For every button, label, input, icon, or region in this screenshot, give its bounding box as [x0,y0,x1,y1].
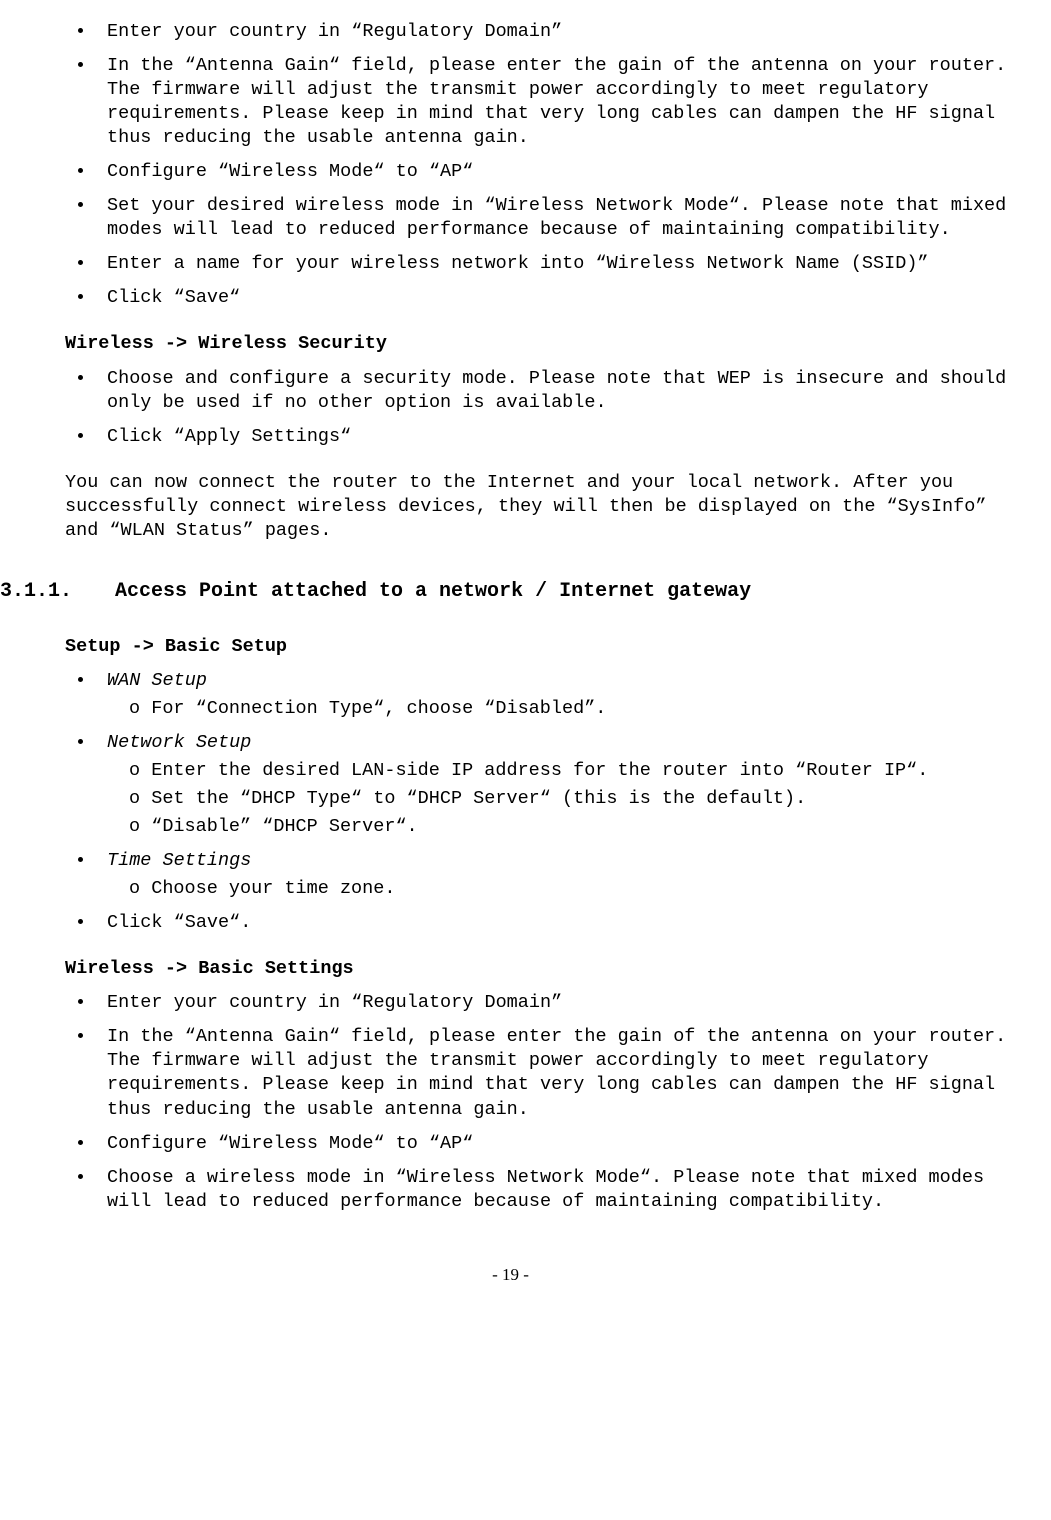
list-item: Enter your country in “Regulatory Domain… [95,991,1021,1015]
sub-list-item: Set the “DHCP Type“ to “DHCP Server“ (th… [129,787,1021,811]
numbered-heading-311: 3.1.1.Access Point attached to a network… [0,579,1021,605]
list-item: Click “Save“ [95,286,1021,310]
list-item: Enter a name for your wireless network i… [95,252,1021,276]
list-item-label: Time Settings [107,850,251,871]
heading-number: 3.1.1. [0,579,115,605]
heading-wireless-security: Wireless -> Wireless Security [65,332,1021,356]
list-item: Network Setup Enter the desired LAN-side… [95,731,1021,839]
list-item: WAN Setup For “Connection Type“, choose … [95,669,1021,721]
bullet-list-2: Choose and configure a security mode. Pl… [0,367,1021,449]
bullet-list-3: WAN Setup For “Connection Type“, choose … [0,669,1021,935]
bullet-list-1: Enter your country in “Regulatory Domain… [0,20,1021,310]
paragraph-summary: You can now connect the router to the In… [65,471,1021,543]
heading-title: Access Point attached to a network / Int… [115,580,751,603]
list-item: Configure “Wireless Mode“ to “AP“ [95,1132,1021,1156]
page-number: - 19 - [0,1264,1021,1286]
sub-list: For “Connection Type“, choose “Disabled”… [107,697,1021,721]
list-item: Set your desired wireless mode in “Wirel… [95,194,1021,242]
page-content: Enter your country in “Regulatory Domain… [0,20,1021,1286]
list-item: Click “Apply Settings“ [95,425,1021,449]
list-item: In the “Antenna Gain“ field, please ente… [95,54,1021,150]
list-item: Enter your country in “Regulatory Domain… [95,20,1021,44]
list-item: Configure “Wireless Mode“ to “AP“ [95,160,1021,184]
list-item: Choose a wireless mode in “Wireless Netw… [95,1166,1021,1214]
list-item-label: Network Setup [107,732,251,753]
list-item: Click “Save“. [95,911,1021,935]
list-item-label: WAN Setup [107,670,207,691]
heading-setup-basic: Setup -> Basic Setup [65,635,1021,659]
bullet-list-4: Enter your country in “Regulatory Domain… [0,991,1021,1213]
list-item: Choose and configure a security mode. Pl… [95,367,1021,415]
sub-list-item: “Disable” “DHCP Server“. [129,815,1021,839]
list-item: In the “Antenna Gain“ field, please ente… [95,1025,1021,1121]
sub-list: Choose your time zone. [107,877,1021,901]
sub-list-item: For “Connection Type“, choose “Disabled”… [129,697,1021,721]
sub-list-item: Choose your time zone. [129,877,1021,901]
sub-list: Enter the desired LAN-side IP address fo… [107,759,1021,839]
list-item-label: Click “Save“. [107,912,251,933]
sub-list-item: Enter the desired LAN-side IP address fo… [129,759,1021,783]
heading-wireless-basic: Wireless -> Basic Settings [65,957,1021,981]
list-item: Time Settings Choose your time zone. [95,849,1021,901]
